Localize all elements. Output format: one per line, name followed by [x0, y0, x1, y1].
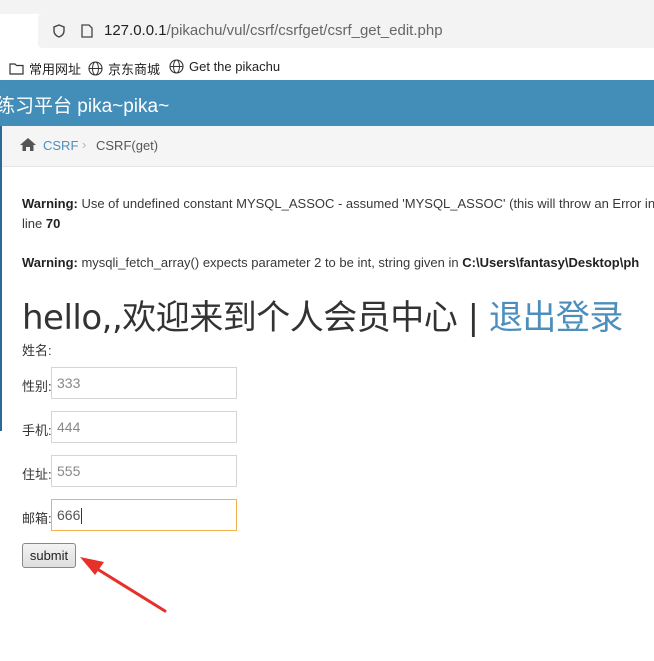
annotation-arrow [80, 557, 167, 613]
